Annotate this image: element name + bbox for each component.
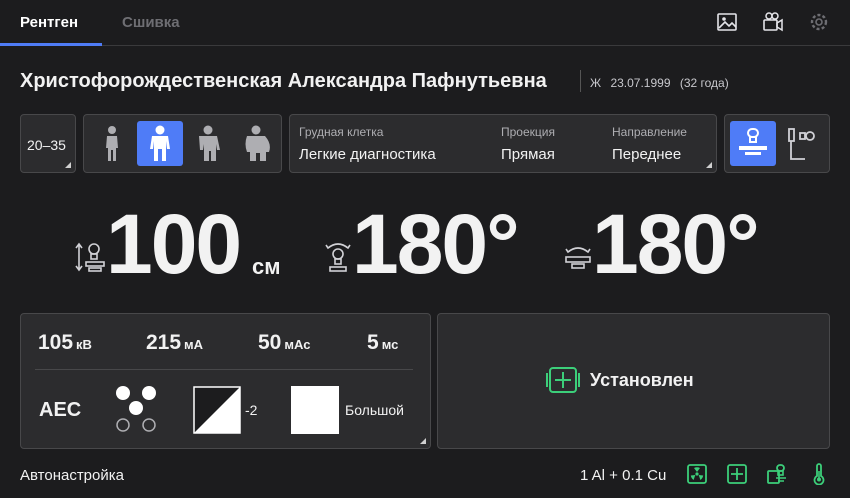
density-value: -2 bbox=[245, 402, 258, 418]
table-mode-button[interactable] bbox=[730, 121, 776, 166]
distance-unit: см bbox=[252, 254, 281, 279]
aec-label: AEC bbox=[39, 399, 82, 421]
normal-body-button[interactable] bbox=[137, 121, 183, 166]
exposure-parameters-panel[interactable]: 105 кВ 215 мА 50 мАс 5 мс AEC -2 Большой bbox=[20, 313, 431, 449]
large-body-icon bbox=[199, 125, 220, 161]
patient-separator bbox=[580, 70, 581, 92]
patient-birth-date: 23.07.1999 bbox=[610, 76, 671, 90]
wall-stand-icon bbox=[788, 127, 815, 160]
region-label: Грудная клетка bbox=[299, 125, 384, 139]
radiation-icon bbox=[687, 464, 707, 484]
dropdown-corner-icon bbox=[420, 438, 426, 444]
distance-icon bbox=[75, 242, 105, 272]
detector-icon bbox=[767, 464, 786, 484]
active-tab-indicator bbox=[0, 43, 102, 46]
region-value: Легкие диагностика bbox=[299, 146, 436, 163]
tube-angle-value: 180° bbox=[352, 197, 520, 291]
direction-value: Переднее bbox=[612, 146, 682, 163]
projection-label: Проекция bbox=[501, 125, 555, 139]
tube-rotation-icon bbox=[325, 243, 351, 272]
slim-body-button[interactable] bbox=[89, 121, 135, 166]
temperature-icon bbox=[813, 463, 825, 485]
image-icon[interactable] bbox=[716, 11, 738, 33]
kv-parameter: 105 кВ bbox=[38, 331, 92, 355]
body-type-selector bbox=[83, 114, 282, 173]
ms-value: 5 bbox=[367, 331, 379, 354]
obese-body-icon bbox=[245, 125, 270, 161]
tab-xray[interactable]: Рентген bbox=[20, 14, 78, 31]
obese-body-button[interactable] bbox=[233, 121, 279, 166]
detector-rotation-icon bbox=[565, 247, 591, 269]
projection-value: Прямая bbox=[501, 146, 555, 163]
mas-value: 50 bbox=[258, 331, 282, 354]
ma-value: 215 bbox=[146, 331, 182, 354]
kv-unit: кВ bbox=[76, 337, 92, 352]
auto-setup-label[interactable]: Автонастройка bbox=[20, 467, 124, 484]
ma-unit: мА bbox=[184, 337, 204, 352]
patient-name: Христофорождественская Александра Пафнут… bbox=[20, 70, 547, 92]
focus-label: Большой bbox=[345, 402, 404, 418]
detector-angle-value: 180° bbox=[592, 197, 760, 291]
patient-meta: Ж 23.07.1999 (32 года) bbox=[590, 76, 735, 90]
video-camera-icon[interactable] bbox=[762, 11, 784, 33]
position-mode-selector bbox=[724, 114, 830, 173]
patient-sex: Ж bbox=[590, 76, 602, 90]
normal-body-icon bbox=[150, 125, 170, 161]
patient-age: (32 года) bbox=[679, 76, 729, 90]
focus-icon bbox=[291, 386, 339, 434]
exam-selector[interactable]: Грудная клетка Легкие диагностика Проекц… bbox=[289, 114, 717, 173]
kv-value: 105 bbox=[38, 331, 74, 354]
detector-installed-icon bbox=[546, 367, 580, 393]
detector-status-label: Установлен bbox=[590, 370, 694, 390]
dropdown-corner-icon bbox=[706, 162, 712, 168]
settings-gear-icon[interactable] bbox=[808, 11, 830, 33]
ma-parameter: 215 мА bbox=[146, 331, 203, 355]
tab-stitching[interactable]: Сшивка bbox=[122, 14, 180, 31]
large-body-button[interactable] bbox=[185, 121, 231, 166]
distance-value: 100 bbox=[106, 197, 242, 291]
mas-parameter: 50 мАс bbox=[258, 331, 310, 355]
table-detector-icon bbox=[739, 127, 767, 155]
dropdown-corner-icon bbox=[65, 162, 71, 168]
top-bar: Рентген Сшивка bbox=[0, 0, 850, 46]
age-group-label: 20–35 bbox=[27, 137, 66, 153]
slim-body-icon bbox=[106, 125, 118, 161]
detector-status-panel[interactable]: Установлен bbox=[437, 313, 830, 449]
filter-label: 1 Al + 0.1 Cu bbox=[580, 467, 667, 484]
mas-unit: мАс bbox=[284, 337, 311, 352]
ms-parameter: 5 мс bbox=[367, 331, 398, 355]
grid-icon bbox=[727, 464, 747, 484]
wall-stand-mode-button[interactable] bbox=[778, 121, 824, 166]
params-divider bbox=[35, 369, 413, 370]
density-icon bbox=[193, 386, 241, 434]
aec-chambers-icon bbox=[116, 386, 156, 432]
age-group-selector[interactable]: 20–35 bbox=[20, 114, 76, 173]
ms-unit: мс bbox=[381, 337, 399, 352]
direction-label: Направление bbox=[612, 125, 687, 139]
